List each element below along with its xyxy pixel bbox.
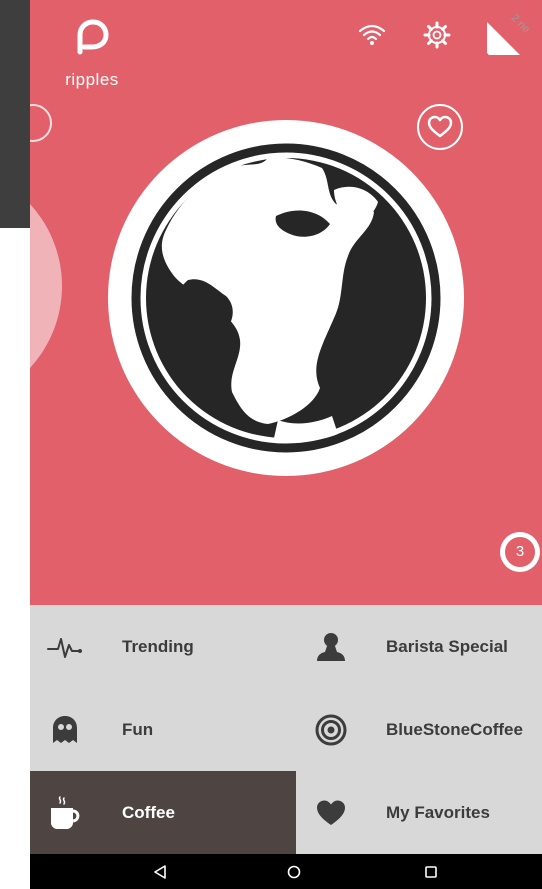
app-screen: ripples 2 ne 3 Trending Barista Special … <box>30 0 542 889</box>
menu-label-trending: Trending <box>122 636 194 656</box>
menu-label-coffee: Coffee <box>122 802 175 822</box>
previous-heart-icon <box>30 104 52 142</box>
category-menu: Trending Barista Special Fun BlueStoneCo… <box>30 605 542 854</box>
target-icon <box>315 714 347 745</box>
gear-icon[interactable] <box>422 20 452 50</box>
menu-item-my-favorites[interactable]: My Favorites <box>296 771 542 854</box>
notification-count: 3 <box>504 536 536 568</box>
menu-label-my-favorites: My Favorites <box>386 802 490 822</box>
person-icon <box>317 632 345 661</box>
home-icon[interactable] <box>284 862 304 882</box>
heart-icon <box>317 800 345 825</box>
pulse-icon <box>47 637 82 658</box>
wifi-icon[interactable] <box>357 20 387 50</box>
menu-label-barista-special: Barista Special <box>386 636 508 656</box>
menu-label-fun: Fun <box>122 719 154 739</box>
previous-ripple-circle[interactable] <box>30 165 62 407</box>
menu-item-trending[interactable]: Trending <box>30 605 296 688</box>
app-logo[interactable]: ripples <box>52 16 132 90</box>
recents-icon[interactable] <box>421 862 441 882</box>
ripples-logo-icon <box>77 19 109 55</box>
menu-item-bluestone-coffee[interactable]: BlueStoneCoffee <box>296 688 542 771</box>
system-nav-bar <box>30 854 542 889</box>
menu-item-coffee[interactable]: Coffee <box>30 771 296 854</box>
new-items-ribbon[interactable]: 2 ne <box>487 0 542 55</box>
notification-badge[interactable]: 3 <box>500 532 540 572</box>
menu-item-barista-special[interactable]: Barista Special <box>296 605 542 688</box>
coffee-cup-icon <box>51 795 80 829</box>
ghost-icon <box>53 715 77 743</box>
new-items-label: 2 ne <box>508 12 533 36</box>
menu-label-bluestone-coffee: BlueStoneCoffee <box>386 719 523 739</box>
menu-item-fun[interactable]: Fun <box>30 688 296 771</box>
globe-icon[interactable] <box>108 120 464 476</box>
app-name: ripples <box>65 70 119 89</box>
back-icon[interactable] <box>150 862 170 882</box>
hero-area: ripples 2 ne 3 <box>30 0 542 605</box>
